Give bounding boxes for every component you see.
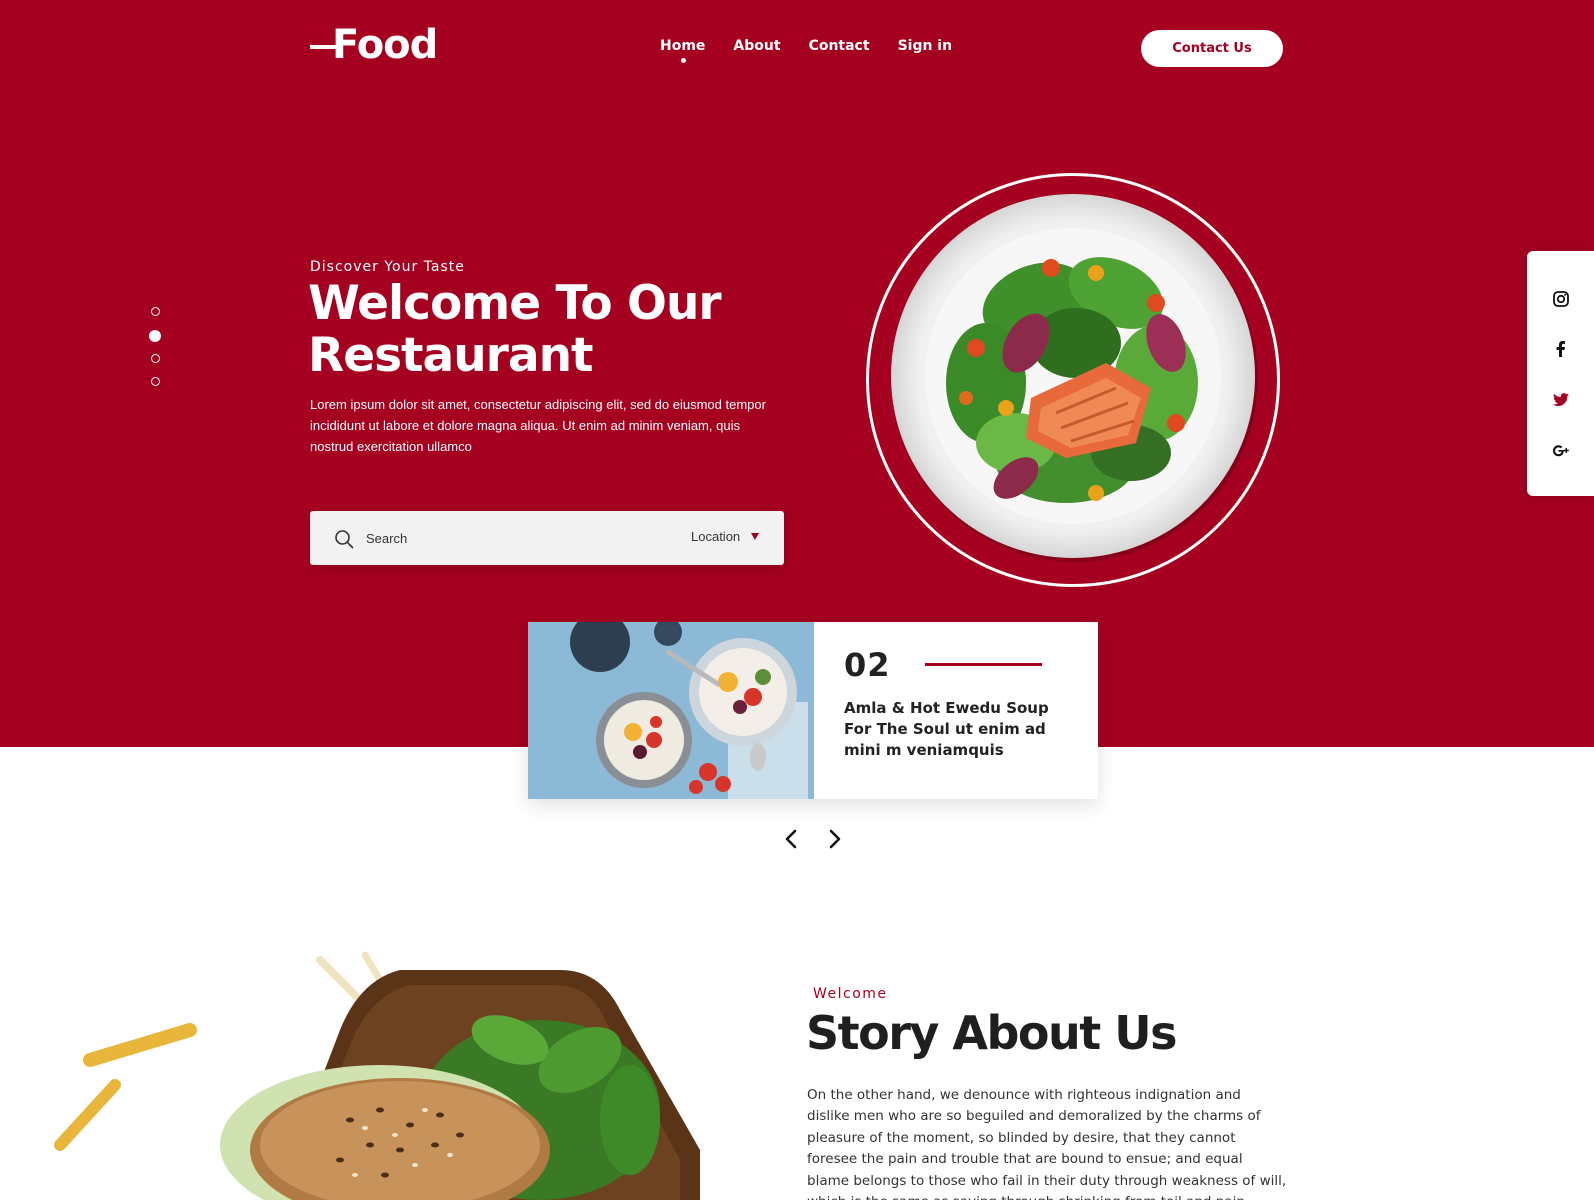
hero-description: Lorem ipsum dolor sit amet, consectetur … [310, 397, 766, 454]
nav-item-label: Home [660, 38, 706, 54]
featured-dish-card[interactable]: 02 Amla & Hot Ewedu Soup For The Soul ut… [528, 622, 1098, 799]
nav-item-about[interactable]: About [733, 38, 780, 54]
logo[interactable]: Food [310, 22, 450, 68]
google-plus-icon[interactable] [1551, 441, 1571, 461]
slider-dots [149, 307, 161, 400]
social-sidebar [1527, 251, 1594, 496]
chevron-right-icon[interactable] [824, 828, 844, 850]
slider-dot-2[interactable] [149, 330, 161, 342]
chevron-left-icon[interactable] [782, 828, 802, 850]
dish-image [528, 622, 814, 799]
salad-plate-image [891, 194, 1258, 562]
instagram-icon[interactable] [1551, 289, 1571, 309]
nav-item-label: About [733, 38, 781, 54]
slider-dot-1[interactable] [150, 307, 160, 316]
hero-eyebrow: Discover Your Taste [310, 259, 465, 275]
search-input[interactable] [366, 527, 666, 549]
nav-item-contact[interactable]: Contact [809, 38, 870, 54]
nav-item-sign-in[interactable]: Sign in [898, 38, 953, 54]
card-divider [925, 663, 1042, 666]
hero-title-line-2: Restaurant [308, 328, 594, 383]
search-icon[interactable] [334, 529, 354, 549]
about-title: Story About Us [806, 1006, 1178, 1060]
card-title: Amla & Hot Ewedu Soup For The Soul ut en… [844, 699, 1049, 759]
about-text: On the other hand, we denounce with righ… [807, 1087, 1287, 1200]
logo-text: Food [332, 22, 438, 68]
nav-item-label: Contact [808, 38, 870, 54]
about-eyebrow: Welcome [813, 986, 888, 1002]
carousel-controls [782, 828, 842, 850]
hero-title: Welcome To Our Restaurant [308, 278, 788, 382]
contact-us-button[interactable]: Contact Us [1141, 30, 1283, 67]
slider-dot-3[interactable] [150, 354, 160, 363]
location-select[interactable]: Location [691, 529, 740, 544]
hero-title-line-1: Welcome To Our [308, 276, 722, 331]
search-bar: Location [310, 511, 784, 565]
slider-dot-4[interactable] [150, 377, 160, 386]
main-nav: Home About Contact Sign in [660, 38, 953, 63]
active-indicator [680, 58, 686, 63]
nav-item-label: Sign in [897, 38, 953, 54]
facebook-icon[interactable] [1551, 339, 1571, 359]
caret-down-icon[interactable] [751, 533, 759, 540]
nav-item-home[interactable]: Home [660, 38, 706, 63]
twitter-icon[interactable] [1551, 390, 1571, 410]
card-number: 02 [844, 646, 891, 684]
burger-board-image [54, 951, 700, 1200]
